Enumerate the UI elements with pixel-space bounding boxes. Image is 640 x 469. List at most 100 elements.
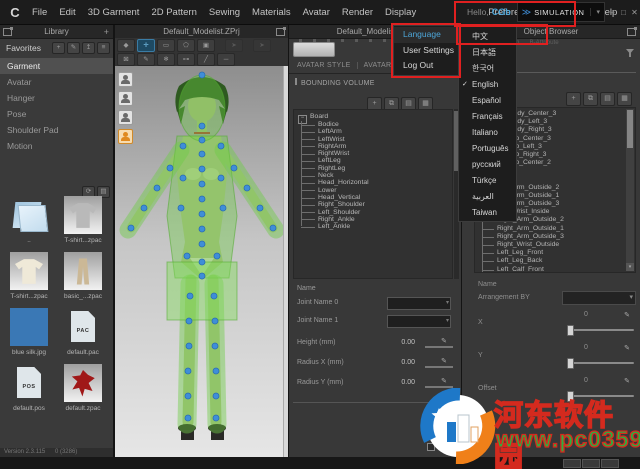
radius-x-value[interactable]: 0.00 [401, 359, 415, 366]
edit-pencil-icon[interactable]: ✎ [441, 357, 447, 365]
popout-icon[interactable] [3, 27, 13, 36]
y-slider[interactable] [567, 358, 634, 369]
x-slider[interactable] [567, 325, 634, 336]
window-control-button[interactable]: □ [618, 8, 629, 17]
edit-pencil-icon[interactable]: ✎ [624, 377, 630, 385]
file-item[interactable]: PAC default.pac [56, 308, 110, 364]
add-library-icon[interactable]: + [104, 26, 109, 39]
toolbar-button[interactable]: ⊶ [177, 52, 195, 66]
object-tool-button[interactable]: + [566, 92, 581, 106]
edit-pencil-icon[interactable]: ✎ [441, 377, 447, 385]
favorite-tool-button[interactable]: ↥ [82, 42, 95, 54]
tree-item[interactable]: Left_Ankle [301, 223, 452, 230]
status-button[interactable] [563, 459, 581, 468]
status-button[interactable] [601, 459, 619, 468]
toolbar-button[interactable]: ✛ [137, 38, 155, 52]
joint-name-0-input[interactable] [387, 297, 451, 310]
object-tree-item[interactable]: Left_Calf_Front [482, 266, 635, 272]
avatar-preview-button[interactable] [293, 42, 335, 57]
status-button[interactable] [582, 459, 600, 468]
bounding-volume-tree[interactable]: − Board Bodice LeftArm LeftWrist RightArm Rig… [293, 109, 453, 279]
toolbar-button[interactable]: ╱ [197, 52, 215, 66]
favorite-tool-button[interactable]: ≡ [97, 42, 110, 54]
tree-item[interactable]: Head_Horizontal [301, 179, 452, 186]
toolbar-button[interactable]: ▣ [197, 38, 215, 52]
viewport-scrollbar[interactable] [283, 66, 288, 457]
language-menu-item[interactable]: ✓한국어 [459, 61, 516, 77]
window-control-button[interactable]: ✕ [629, 8, 640, 17]
language-menu-item[interactable]: ✓Português [459, 141, 516, 157]
object-tool-button[interactable]: ▤ [600, 92, 615, 106]
file-item[interactable]: T-shirt...zpac [2, 252, 56, 308]
tree-item[interactable]: Neck [301, 172, 452, 179]
file-item[interactable]: POS default.pos [2, 364, 56, 420]
offset-slider[interactable] [567, 391, 634, 402]
tree-item[interactable]: RightLeg [301, 165, 452, 172]
tree-item[interactable]: Right_Ankle [301, 216, 452, 223]
menu-item[interactable]: Edit [53, 7, 81, 18]
edit-pencil-icon[interactable]: ✎ [624, 344, 630, 352]
y-slider-handle[interactable] [567, 358, 574, 369]
toolbar-button[interactable]: ➤ [253, 38, 271, 52]
tree-item[interactable]: Head_Vertical [301, 194, 452, 201]
menu-item[interactable]: 2D Pattern [145, 7, 202, 18]
library-category[interactable]: Avatar [0, 74, 113, 90]
arrangement-dropdown[interactable] [562, 291, 636, 305]
avatar-tab[interactable]: AVATAR STYLE [297, 62, 358, 69]
language-menu-item[interactable]: ✓العربية [459, 189, 516, 205]
joint-name-1-input[interactable] [387, 315, 451, 328]
tree-item[interactable]: LeftWrist [301, 136, 452, 143]
toolbar-button[interactable]: ✎ [137, 52, 155, 66]
object-browser-tab[interactable]: B-Attribute [529, 39, 558, 49]
tree-item[interactable]: Bodice [301, 121, 452, 128]
favorite-tool-button[interactable]: + [52, 42, 65, 54]
language-menu-item[interactable]: ✓русский [459, 157, 516, 173]
menu-item[interactable]: Display [379, 7, 422, 18]
tree-item[interactable]: RightArm [301, 143, 452, 150]
object-tree-item[interactable]: Left_Leg_Front [482, 249, 635, 257]
filter-funnel-icon[interactable] [626, 49, 634, 57]
tree-item[interactable]: LeftArm [301, 128, 452, 135]
menu-item[interactable]: Materials [246, 7, 297, 18]
window-control-button[interactable]: – [607, 8, 618, 17]
toolbar-button[interactable]: ⊠ [117, 52, 135, 66]
language-menu-item[interactable]: ✓日本語 [459, 45, 516, 61]
3d-canvas[interactable] [115, 66, 288, 457]
tree-item[interactable]: Lower [301, 187, 452, 194]
language-menu-item[interactable]: ✓Español [459, 93, 516, 109]
simulation-button[interactable]: ≫ SIMULATION ▾ [516, 2, 605, 22]
language-menu-item[interactable]: ✓中文 [459, 29, 516, 45]
language-menu-item[interactable]: ✓Taiwan [459, 205, 516, 221]
toolbar-button[interactable]: ❄ [157, 52, 175, 66]
tree-item[interactable]: Left_Shoulder [301, 209, 452, 216]
toolbar-button[interactable]: ◆ [117, 38, 135, 52]
popout-icon[interactable] [627, 27, 637, 36]
username-label[interactable]: CGb [492, 7, 511, 17]
object-tree-item[interactable]: Left_Leg_Back [482, 257, 635, 265]
x-slider-handle[interactable] [567, 325, 574, 336]
file-item[interactable]: basic_...zpac [56, 252, 110, 308]
object-tree-scrollbar[interactable]: ▾ [626, 109, 634, 271]
library-category[interactable]: Garment [0, 58, 113, 74]
tree-item[interactable]: Right_Shoulder [301, 201, 452, 208]
language-menu-item[interactable]: ✓ English [459, 77, 516, 93]
offset-slider-handle[interactable] [567, 391, 574, 402]
toolbar-button[interactable]: ➤ [225, 38, 243, 52]
dont-show-again-checkbox[interactable]: Don't show again [427, 443, 488, 451]
menu-item[interactable]: File [26, 7, 53, 18]
language-menu-item[interactable]: ✓Français [459, 109, 516, 125]
library-category[interactable]: Hanger [0, 90, 113, 106]
radius-y-slider[interactable] [425, 386, 453, 388]
menu-item[interactable]: Sewing [203, 7, 246, 18]
library-category[interactable]: Motion [0, 138, 113, 154]
menu-item[interactable]: 3D Garment [82, 7, 146, 18]
radius-x-slider[interactable] [425, 366, 453, 368]
tree-item[interactable]: LeftLeg [301, 157, 452, 164]
file-item[interactable]: default.zpac [56, 364, 110, 420]
file-item[interactable]: T-shirt...zpac [56, 196, 110, 252]
file-item[interactable]: blue silk.jpg [2, 308, 56, 364]
toolbar-button[interactable]: ─ [217, 52, 235, 66]
height-value[interactable]: 0.00 [401, 339, 415, 346]
object-tree-item[interactable]: Right_Arm_Outside_1 [482, 225, 635, 233]
object-tool-button[interactable]: ⧉ [583, 92, 598, 106]
